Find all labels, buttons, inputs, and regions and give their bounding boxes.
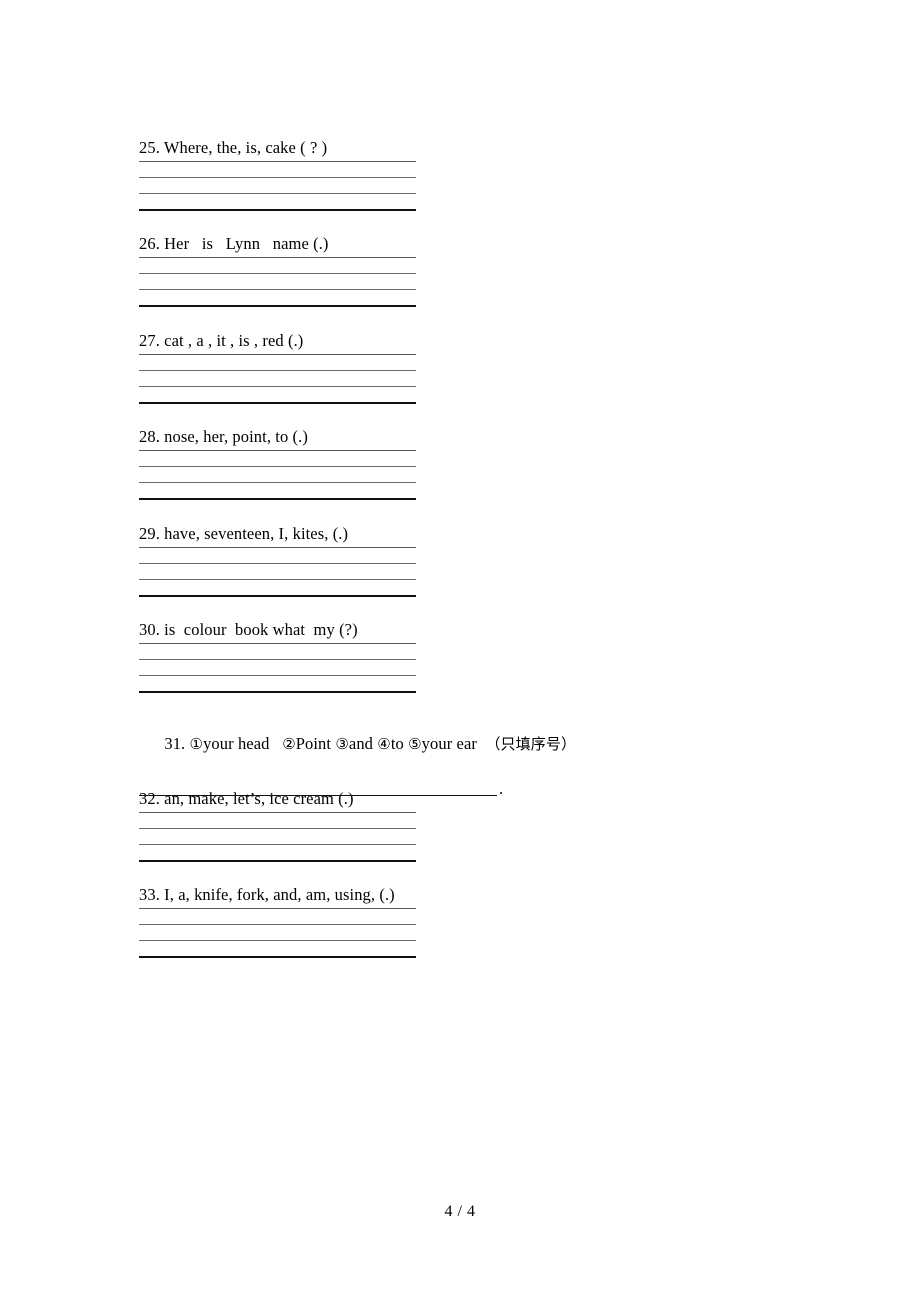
answer-line-gap[interactable] xyxy=(139,274,416,289)
exercise-31-note: （只填序号） xyxy=(485,735,577,753)
exercise-31-segment-3-text: and xyxy=(348,734,374,753)
exercise-prompt: 29. have, seventeen, I, kites, (.) xyxy=(139,524,349,543)
exercise-prompt: 26. Her is Lynn name (.) xyxy=(139,234,329,253)
circled-number-4-icon: ④ xyxy=(377,735,391,753)
answer-line-gap[interactable] xyxy=(139,290,416,305)
answer-line[interactable] xyxy=(139,956,416,958)
exercise-item-25: 25. Where, the, is, cake ( ? ) xyxy=(139,138,416,211)
answer-line-gap[interactable] xyxy=(139,829,416,844)
exercise-item-29: 29. have, seventeen, I, kites, (.) xyxy=(139,524,416,597)
answer-line-gap[interactable] xyxy=(139,451,416,466)
answer-line-gap[interactable] xyxy=(139,813,416,828)
exercise-item-33: 33. I, a, knife, fork, and, am, using, (… xyxy=(139,885,416,958)
answer-line[interactable] xyxy=(139,209,416,211)
circled-number-1-icon: ① xyxy=(189,735,204,753)
exercise-prompt: 27. cat , a , it , is , red (.) xyxy=(139,331,304,350)
answer-line-gap[interactable] xyxy=(139,676,416,691)
exercise-prompt: 28. nose, her, point, to (.) xyxy=(139,427,308,446)
answer-line-gap[interactable] xyxy=(139,941,416,956)
answer-line-gap[interactable] xyxy=(139,660,416,675)
segment-spacer xyxy=(270,734,283,753)
exercise-item-27: 27. cat , a , it , is , red (.) xyxy=(139,331,416,404)
circled-number-5-icon: ⑤ xyxy=(408,735,422,753)
exercise-item-32: 32. an, make, let’s, ice cream (.) xyxy=(139,789,416,862)
worksheet-page: 25. Where, the, is, cake ( ? ) 26. Her is… xyxy=(0,0,920,1302)
exercise-item-31: 31. ①your head ②Point ③and ④to ⑤your ear… xyxy=(139,714,576,799)
exercise-31-number: 31. xyxy=(164,734,190,753)
exercise-31-answer-area[interactable]: . xyxy=(139,777,576,799)
exercise-prompt: 30. is colour book what my (?) xyxy=(139,620,358,639)
answer-line[interactable] xyxy=(139,795,497,796)
exercise-item-26: 26. Her is Lynn name (.) xyxy=(139,234,416,307)
answer-line-gap[interactable] xyxy=(139,483,416,498)
answer-line-gap[interactable] xyxy=(139,162,416,177)
answer-line-gap[interactable] xyxy=(139,467,416,482)
answer-line-gap[interactable] xyxy=(139,580,416,595)
answer-line-gap[interactable] xyxy=(139,371,416,386)
answer-line[interactable] xyxy=(139,860,416,862)
page-number-footer: 4 / 4 xyxy=(444,1203,476,1220)
exercise-31-segment-4-text: to xyxy=(390,734,404,753)
exercise-prompt: 25. Where, the, is, cake ( ? ) xyxy=(139,138,328,157)
exercise-item-30: 30. is colour book what my (?) xyxy=(139,620,416,693)
answer-line-gap[interactable] xyxy=(139,387,416,402)
answer-line[interactable] xyxy=(139,402,416,404)
answer-line[interactable] xyxy=(139,305,416,307)
circled-number-2-icon: ② xyxy=(282,735,296,753)
answer-line[interactable] xyxy=(139,498,416,500)
answer-line-gap[interactable] xyxy=(139,258,416,273)
answer-line-gap[interactable] xyxy=(139,178,416,193)
exercise-item-28: 28. nose, her, point, to (.) xyxy=(139,427,416,500)
answer-line-gap[interactable] xyxy=(139,644,416,659)
circled-number-3-icon: ③ xyxy=(335,735,349,753)
exercise-31-segment-1-text: your head xyxy=(203,734,270,753)
answer-line-gap[interactable] xyxy=(139,925,416,940)
trailing-period: . xyxy=(499,779,504,798)
exercise-prompt: 33. I, a, knife, fork, and, am, using, (… xyxy=(139,885,395,904)
answer-line-gap[interactable] xyxy=(139,909,416,924)
answer-line-gap[interactable] xyxy=(139,845,416,860)
exercise-31-segment-5-text: your ear xyxy=(421,734,477,753)
exercise-31-prompt: 31. ①your head ②Point ③and ④to ⑤your ear… xyxy=(139,714,576,777)
answer-line-gap[interactable] xyxy=(139,194,416,209)
answer-line-gap[interactable] xyxy=(139,564,416,579)
exercise-31-segment-2-text: Point xyxy=(295,734,332,753)
answer-line-gap[interactable] xyxy=(139,548,416,563)
answer-line[interactable] xyxy=(139,691,416,693)
answer-line-gap[interactable] xyxy=(139,355,416,370)
answer-line[interactable] xyxy=(139,595,416,597)
